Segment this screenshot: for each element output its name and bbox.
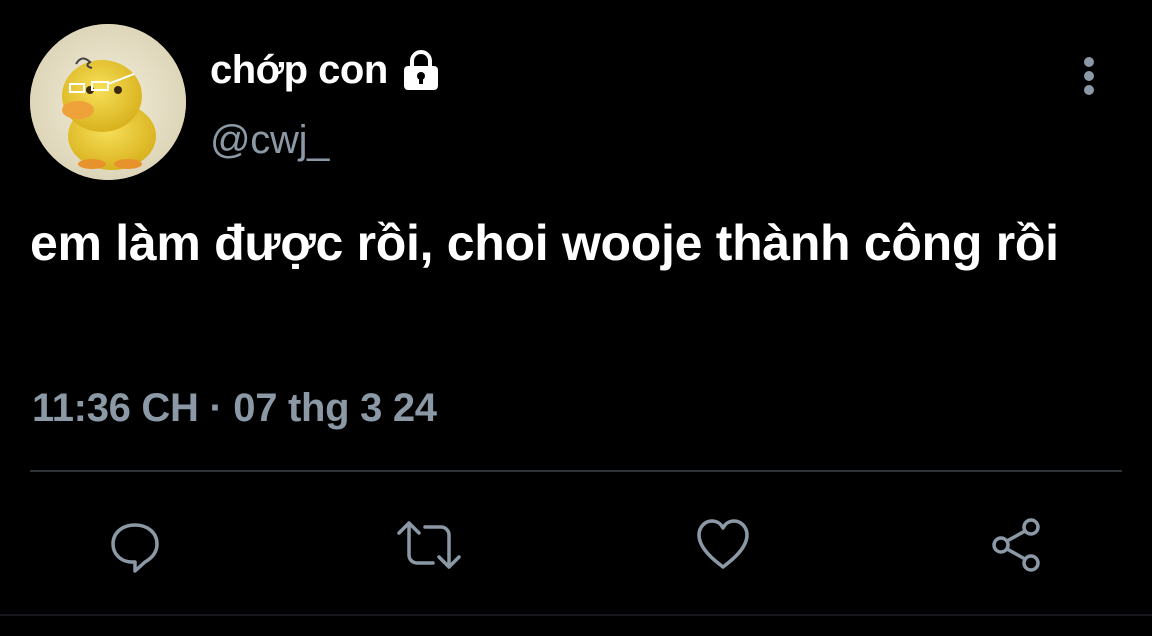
like-button[interactable] [688,510,758,580]
tweet-date: 07 thg 3 24 [233,386,437,430]
author-name-row: chớp con [210,44,444,96]
reply-button[interactable] [100,510,170,580]
retweet-icon [397,521,461,569]
more-options-button[interactable] [1068,52,1110,100]
meta-separator: · [209,386,223,430]
avatar[interactable] [30,24,186,180]
author-handle[interactable]: @cwj_ [210,118,329,163]
tweet-detail: chớp con @cwj_ em làm được rồi, choi woo… [0,0,1152,636]
retweet-button[interactable] [394,510,464,580]
tweet-timestamp[interactable]: 11:36 CH · 07 thg 3 24 [32,386,437,431]
share-button[interactable] [982,510,1052,580]
reply-icon [111,523,159,573]
bottom-divider [0,614,1152,616]
tweet-text: em làm được rồi, choi wooje thành công r… [30,215,1059,271]
divider [30,470,1122,472]
heart-icon [697,519,749,569]
lock-icon [398,47,444,93]
display-name[interactable]: chớp con [210,48,388,93]
share-icon [992,518,1040,572]
duck-avatar-image [30,24,186,180]
tweet-time: 11:36 CH [32,386,199,430]
more-vertical-icon [1084,57,1094,95]
